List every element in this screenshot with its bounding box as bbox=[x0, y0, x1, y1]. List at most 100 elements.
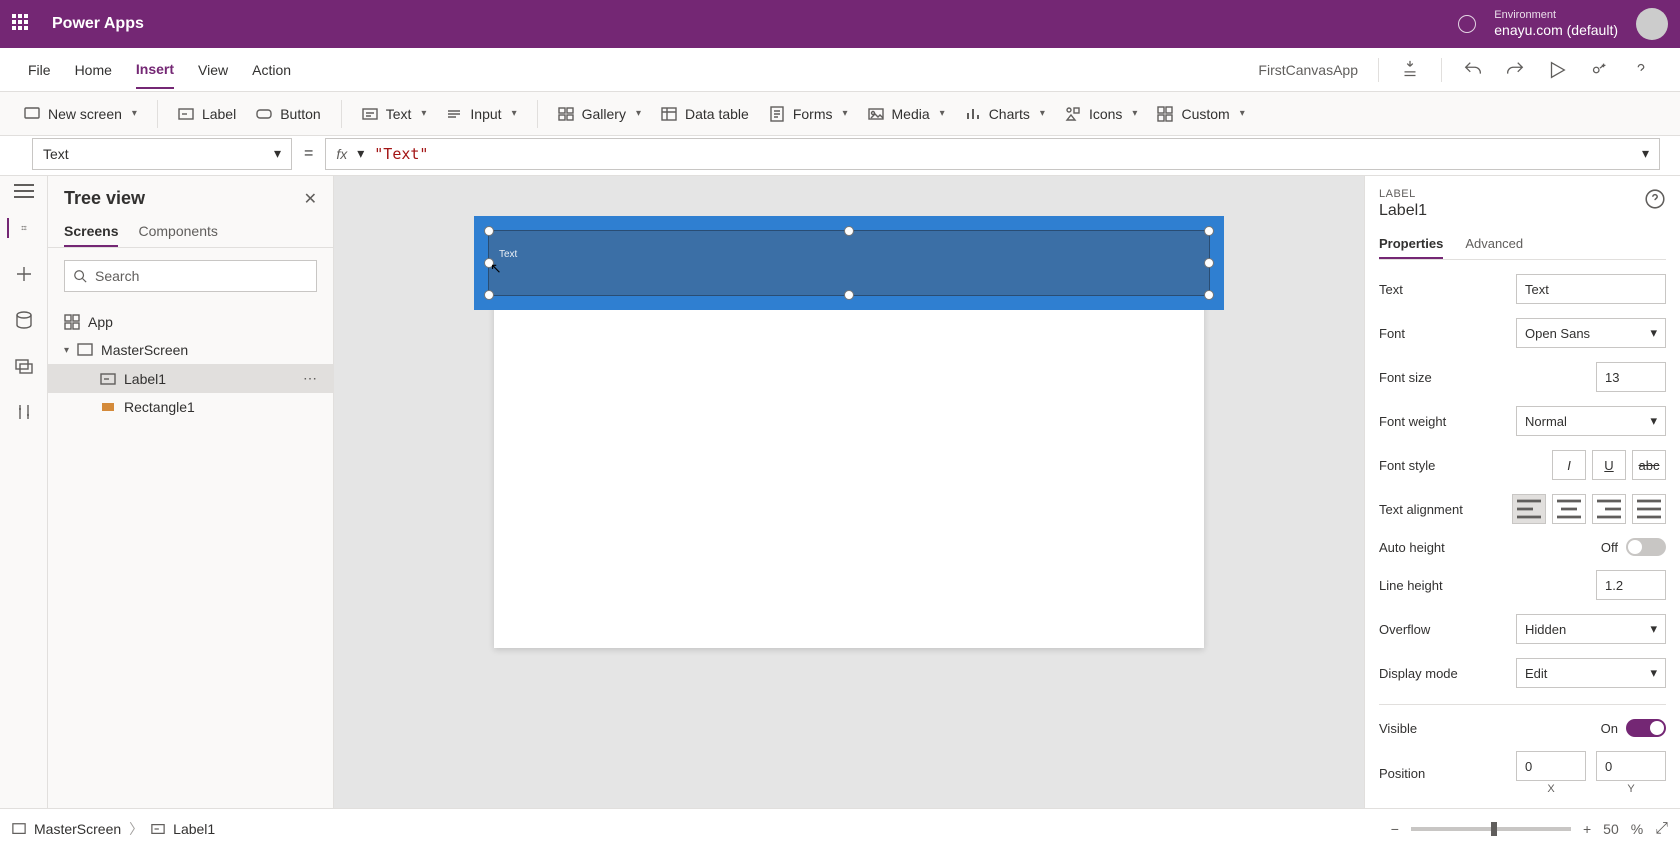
environment-selector[interactable]: Environment enayu.com (default) bbox=[1494, 9, 1618, 39]
tree-item-screen[interactable]: ▾ MasterScreen bbox=[48, 336, 333, 364]
tree-view-icon[interactable] bbox=[7, 218, 27, 238]
resize-handle[interactable] bbox=[1204, 226, 1214, 236]
formula-input[interactable]: fx▾ "Text" ▾ bbox=[325, 138, 1660, 170]
prop-font-label: Font bbox=[1379, 326, 1405, 341]
text-dropdown[interactable]: Text▾ bbox=[362, 106, 427, 122]
app-checker-icon[interactable] bbox=[1399, 59, 1421, 81]
media-icon bbox=[868, 106, 884, 122]
document-name[interactable]: FirstCanvasApp bbox=[1258, 62, 1358, 78]
label-icon bbox=[178, 106, 194, 122]
menu-action[interactable]: Action bbox=[252, 52, 291, 88]
tools-icon[interactable] bbox=[14, 402, 34, 422]
media-dropdown[interactable]: Media▾ bbox=[868, 106, 945, 122]
chevron-down-icon[interactable]: ▾ bbox=[1642, 145, 1649, 162]
separator bbox=[341, 100, 342, 128]
canvas[interactable]: Text ↖ bbox=[334, 176, 1364, 808]
strikethrough-button[interactable]: abc bbox=[1632, 450, 1666, 480]
data-icon[interactable] bbox=[14, 310, 34, 330]
menu-insert[interactable]: Insert bbox=[136, 51, 174, 89]
prop-font-select[interactable]: Open Sans▾ bbox=[1516, 318, 1666, 348]
label-control[interactable]: Text bbox=[488, 230, 1210, 296]
prop-text-input[interactable]: Text bbox=[1516, 274, 1666, 304]
text-label: Text bbox=[386, 106, 412, 122]
prop-displaymode-select[interactable]: Edit▾ bbox=[1516, 658, 1666, 688]
underline-button[interactable]: U bbox=[1592, 450, 1626, 480]
align-right-button[interactable] bbox=[1592, 494, 1626, 524]
undo-icon[interactable] bbox=[1462, 59, 1484, 81]
prop-fontsize-input[interactable]: 13 bbox=[1596, 362, 1666, 392]
property-selector[interactable]: Text ▾ bbox=[32, 138, 292, 170]
pos-y-input[interactable]: 0 bbox=[1596, 751, 1666, 781]
environment-icon[interactable] bbox=[1458, 15, 1476, 33]
hamburger-icon[interactable] bbox=[14, 190, 34, 192]
forms-icon bbox=[769, 106, 785, 122]
property-name: Text bbox=[43, 146, 69, 162]
breadcrumb[interactable]: MasterScreen 〉 Label1 bbox=[12, 819, 215, 839]
forms-dropdown[interactable]: Forms▾ bbox=[769, 106, 848, 122]
resize-handle[interactable] bbox=[844, 290, 854, 300]
search-input[interactable]: Search bbox=[64, 260, 317, 292]
resize-handle[interactable] bbox=[484, 226, 494, 236]
icons-dropdown[interactable]: Icons▾ bbox=[1065, 106, 1138, 122]
tree-item-label: Rectangle1 bbox=[124, 399, 195, 415]
media-panel-icon[interactable] bbox=[14, 356, 34, 376]
align-center-button[interactable] bbox=[1552, 494, 1586, 524]
prop-fontweight-select[interactable]: Normal▾ bbox=[1516, 406, 1666, 436]
resize-handle[interactable] bbox=[484, 290, 494, 300]
prop-text-label: Text bbox=[1379, 282, 1403, 297]
share-icon[interactable] bbox=[1588, 59, 1610, 81]
autoheight-state: Off bbox=[1601, 540, 1618, 555]
label-button[interactable]: Label bbox=[178, 106, 236, 122]
tab-components[interactable]: Components bbox=[138, 217, 217, 247]
tab-properties[interactable]: Properties bbox=[1379, 230, 1443, 259]
gallery-icon bbox=[558, 106, 574, 122]
selected-control[interactable]: Text ↖ bbox=[474, 216, 1224, 310]
play-icon[interactable] bbox=[1546, 59, 1568, 81]
button-button[interactable]: Button bbox=[256, 106, 320, 122]
zoom-value: 50 bbox=[1603, 821, 1619, 837]
custom-label: Custom bbox=[1181, 106, 1229, 122]
prop-overflow-select[interactable]: Hidden▾ bbox=[1516, 614, 1666, 644]
resize-handle[interactable] bbox=[1204, 290, 1214, 300]
environment-name: enayu.com (default) bbox=[1494, 22, 1618, 39]
more-icon[interactable]: ⋯ bbox=[303, 370, 317, 387]
pos-x-input[interactable]: 0 bbox=[1516, 751, 1586, 781]
menu-home[interactable]: Home bbox=[75, 52, 112, 88]
custom-dropdown[interactable]: Custom▾ bbox=[1157, 106, 1244, 122]
tree-item-app[interactable]: App bbox=[48, 308, 333, 336]
prop-lineheight-input[interactable]: 1.2 bbox=[1596, 570, 1666, 600]
new-screen-button[interactable]: New screen▾ bbox=[24, 106, 137, 122]
tree-item-label1[interactable]: Label1 ⋯ bbox=[48, 364, 333, 393]
canvas-screen[interactable]: Text ↖ bbox=[494, 236, 1204, 648]
menu-view[interactable]: View bbox=[198, 52, 228, 88]
title-bar: Power Apps Environment enayu.com (defaul… bbox=[0, 0, 1680, 48]
add-icon[interactable] bbox=[14, 264, 34, 284]
data-table-button[interactable]: Data table bbox=[661, 106, 749, 122]
close-icon[interactable]: ✕ bbox=[304, 189, 317, 209]
tab-screens[interactable]: Screens bbox=[64, 217, 118, 247]
italic-button[interactable]: I bbox=[1552, 450, 1586, 480]
app-launcher-icon[interactable] bbox=[12, 14, 32, 34]
zoom-in-button[interactable]: + bbox=[1583, 821, 1591, 837]
input-dropdown[interactable]: Input▾ bbox=[446, 106, 516, 122]
tab-advanced[interactable]: Advanced bbox=[1465, 230, 1523, 259]
menu-file[interactable]: File bbox=[28, 52, 51, 88]
visible-toggle[interactable] bbox=[1626, 719, 1666, 737]
resize-handle[interactable] bbox=[844, 226, 854, 236]
insert-ribbon: New screen▾ Label Button Text▾ Input▾ Ga… bbox=[0, 92, 1680, 136]
align-left-button[interactable] bbox=[1512, 494, 1546, 524]
gallery-dropdown[interactable]: Gallery▾ bbox=[558, 106, 641, 122]
zoom-out-button[interactable]: − bbox=[1391, 821, 1399, 837]
help-icon[interactable] bbox=[1644, 188, 1666, 210]
fullscreen-icon[interactable]: ⤢ bbox=[1655, 820, 1668, 838]
resize-handle[interactable] bbox=[1204, 258, 1214, 268]
user-avatar[interactable] bbox=[1636, 8, 1668, 40]
input-icon bbox=[446, 106, 462, 122]
align-justify-button[interactable] bbox=[1632, 494, 1666, 524]
charts-dropdown[interactable]: Charts▾ bbox=[965, 106, 1045, 122]
redo-icon[interactable] bbox=[1504, 59, 1526, 81]
zoom-slider[interactable] bbox=[1411, 827, 1571, 831]
help-icon[interactable] bbox=[1630, 59, 1652, 81]
tree-item-rectangle1[interactable]: Rectangle1 bbox=[48, 393, 333, 421]
autoheight-toggle[interactable] bbox=[1626, 538, 1666, 556]
